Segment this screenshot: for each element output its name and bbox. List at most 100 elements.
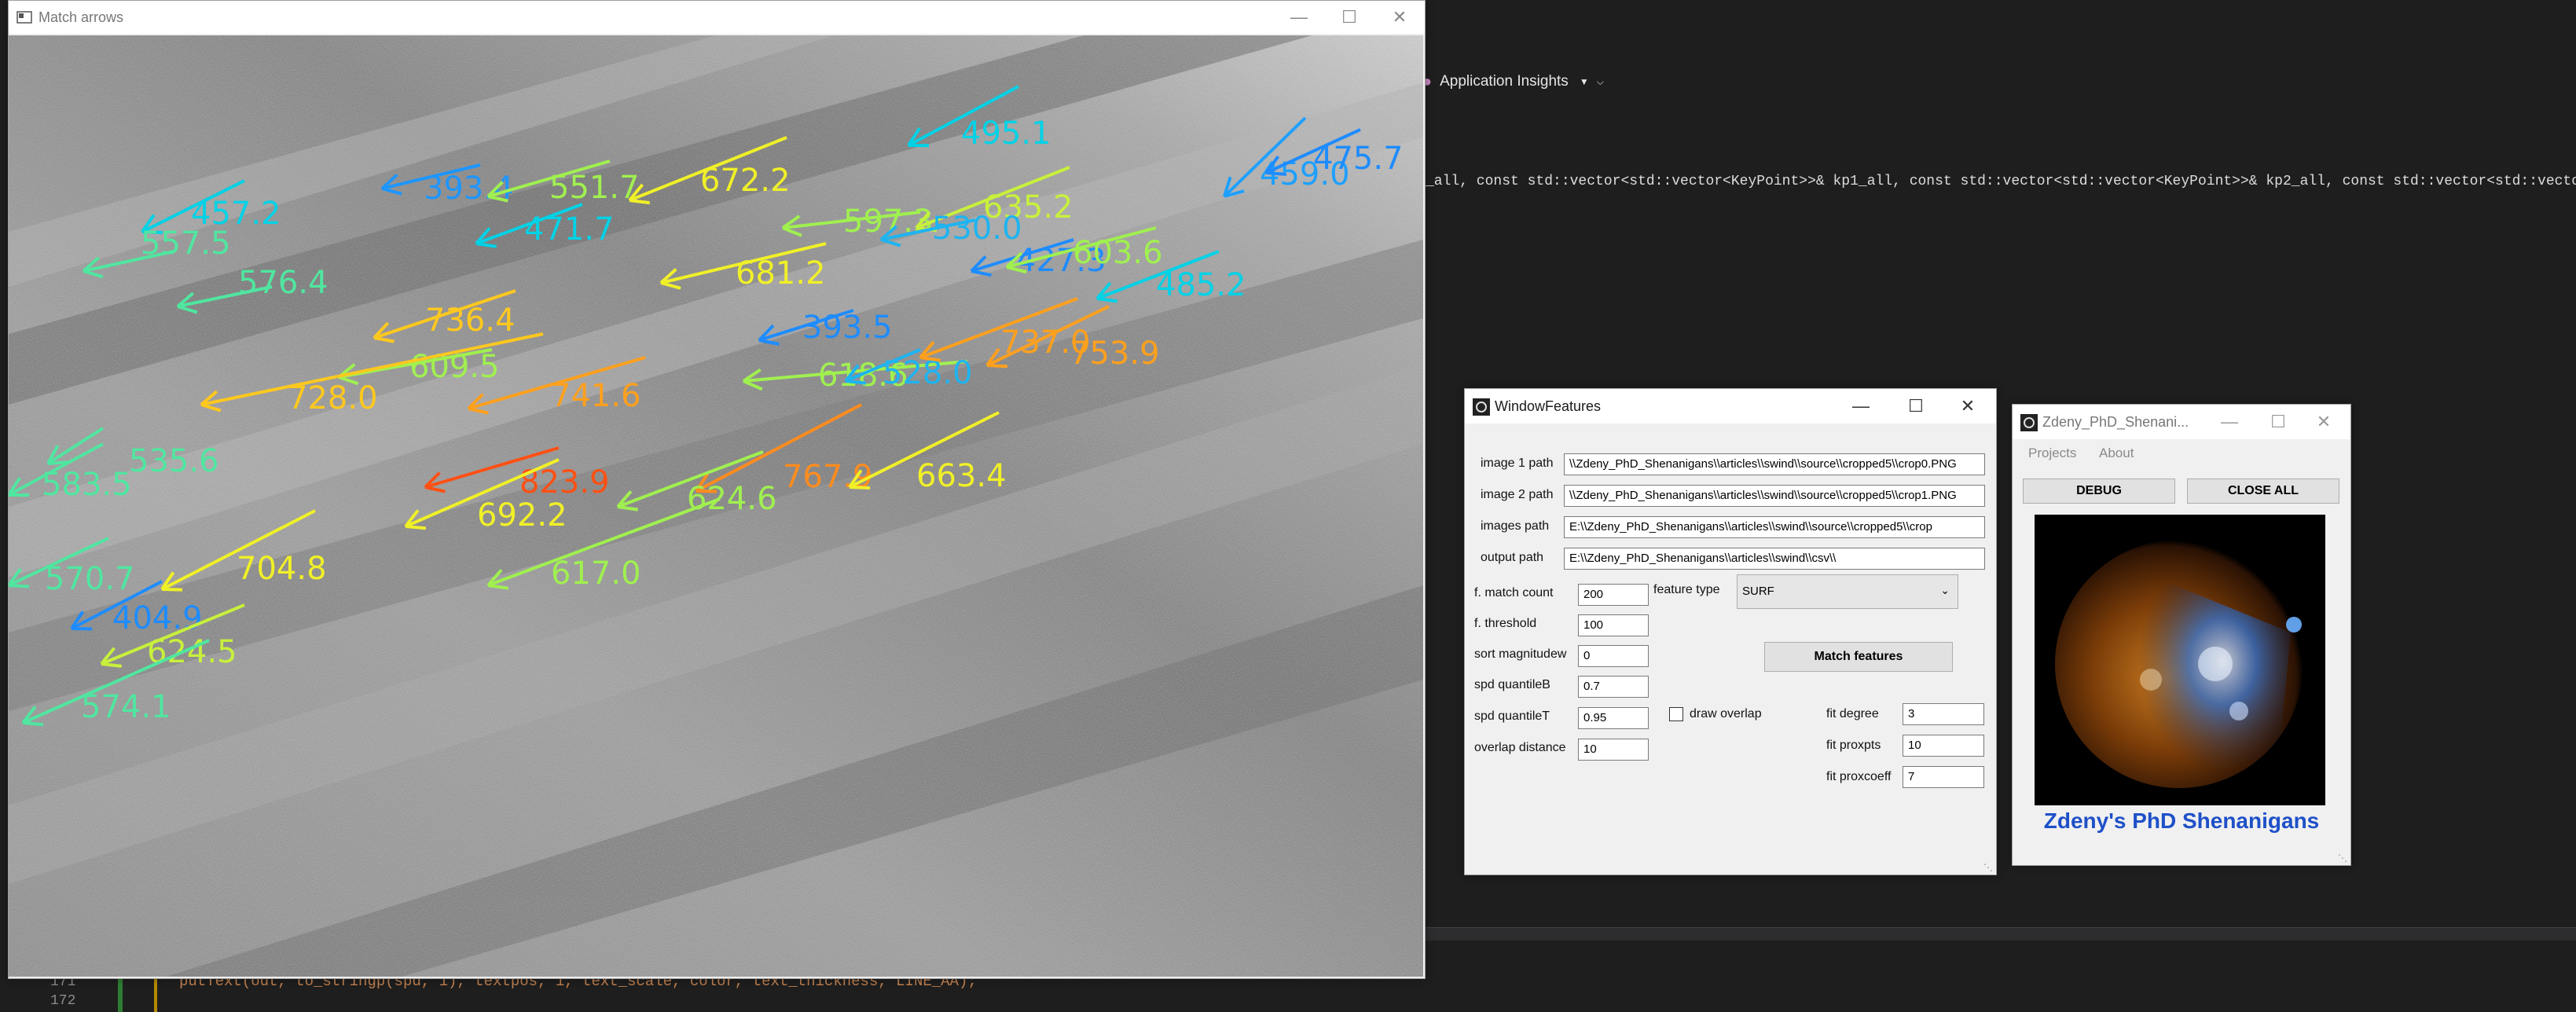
arrow-speed-label: 728.0 — [288, 380, 378, 416]
arrow-speed-label: 692.2 — [477, 497, 567, 534]
menu-projects[interactable]: Projects — [2028, 446, 2076, 461]
threshold-input[interactable]: 100 — [1578, 614, 1649, 636]
output-path-input[interactable]: E:\\Zdeny_PhD_Shenanigans\\articles\\swi… — [1564, 548, 1985, 570]
arrow-speed-label: 624.6 — [687, 481, 777, 517]
overlap-distance-input[interactable]: 10 — [1578, 739, 1649, 761]
arrow-head — [22, 721, 44, 727]
arrow-speed-label: 583.5 — [42, 467, 132, 503]
threshold-label: f. threshold — [1474, 617, 1537, 630]
arrow-speed-label: 574.1 — [81, 689, 171, 725]
maximize-button[interactable]: ☐ — [2253, 405, 2303, 439]
arrow-head — [161, 588, 183, 592]
arrow-speed-label: 767.9 — [783, 459, 873, 495]
overlap-distance-label: overlap distance — [1474, 741, 1566, 754]
arrow-speed-label: 393.4 — [424, 170, 514, 207]
code-signature-line: _all, const std::vector<std::vector<KeyP… — [1426, 162, 2576, 201]
image1-path-input[interactable]: \\Zdeny_PhD_Shenanigans\\articles\\swind… — [1564, 453, 1985, 475]
fit-proxcoeff-label: fit proxcoeff — [1826, 770, 1892, 783]
overflow-arrow-icon[interactable]: ⌵ — [1597, 76, 1604, 88]
quantile-b-input[interactable]: 0.7 — [1578, 676, 1649, 698]
arrow-speed-label: 741.6 — [551, 378, 641, 414]
output-path-label: output path — [1481, 551, 1544, 564]
gutter-green-bar — [118, 974, 123, 1012]
quantile-t-input[interactable]: 0.95 — [1578, 707, 1649, 729]
ide-toolbar: ● Application Insights ▼ ⌵ — [1422, 61, 1604, 102]
debug-button[interactable]: DEBUG — [2023, 478, 2175, 504]
window-title: Zdeny_PhD_Shenani... — [2042, 413, 2189, 430]
images-path-input[interactable]: E:\\Zdeny_PhD_Shenanigans\\articles\\swi… — [1564, 516, 1985, 538]
menu-about[interactable]: About — [2099, 446, 2134, 461]
arrow-speed-label: 404.9 — [112, 600, 203, 636]
fit-proxcoeff-input[interactable]: 7 — [1903, 766, 1984, 788]
images-path-label: images path — [1481, 519, 1550, 533]
close-button[interactable]: ✕ — [2299, 405, 2349, 439]
arrow-speed-label: 736.4 — [425, 302, 516, 339]
arrow-head — [845, 380, 867, 385]
image2-path-input[interactable]: \\Zdeny_PhD_Shenanigans\\articles\\swind… — [1564, 485, 1985, 507]
window-features: WindowFeatures — ☐ ✕ image 1 path \\Zden… — [1464, 388, 1997, 875]
resize-grip-icon[interactable]: ⋱ — [1983, 862, 1993, 873]
arrow-speed-label: 603.6 — [1073, 235, 1163, 271]
resize-grip-icon[interactable]: ⋱ — [2338, 852, 2347, 864]
sun-image — [2035, 515, 2325, 805]
arrow-speed-label: 753.9 — [1070, 336, 1160, 372]
minimize-button[interactable]: — — [1274, 1, 1324, 34]
arrow-speed-label: 672.2 — [700, 163, 791, 199]
arrow-speed-label: 609.5 — [409, 349, 500, 385]
arrow-speed-label: 551.7 — [549, 170, 640, 206]
sort-magnitude-label: sort magnitudew — [1474, 647, 1567, 661]
arrow-speed-label: 530.0 — [932, 211, 1022, 247]
fit-degree-label: fit degree — [1826, 707, 1879, 720]
arrow-head — [405, 525, 427, 530]
arrow-head — [986, 364, 1008, 368]
draw-overlap-checkbox[interactable] — [1669, 707, 1683, 721]
close-button[interactable]: ✕ — [1374, 1, 1425, 34]
fit-proxpts-label: fit proxpts — [1826, 739, 1881, 752]
arrow-speed-label: 485.2 — [1156, 267, 1246, 303]
arrow-speed-label: 528.0 — [883, 355, 973, 391]
minimize-button[interactable]: — — [1836, 389, 1886, 424]
qt-app-icon — [2020, 414, 2038, 431]
minimize-button[interactable]: — — [2204, 405, 2255, 439]
close-all-button[interactable]: CLOSE ALL — [2187, 478, 2339, 504]
window-title: Match arrows — [39, 9, 124, 25]
arrow-speed-label: 624.5 — [147, 634, 237, 670]
arrow-head — [1265, 171, 1287, 176]
match-arrows-titlebar[interactable]: Match arrows — [9, 1, 1425, 34]
chevron-down-icon: ⌄ — [1940, 584, 1950, 596]
qt-app-icon — [1473, 398, 1490, 416]
arrow-speed-label: 471.7 — [524, 211, 615, 248]
brand-title: Zdeny's PhD Shenanigans — [2043, 808, 2320, 833]
fit-proxpts-input[interactable]: 10 — [1903, 735, 1984, 757]
arrow-speed-label: 663.4 — [916, 458, 1007, 494]
arrow-head — [849, 486, 871, 490]
match-features-button[interactable]: Match features — [1764, 642, 1953, 672]
app-icon — [17, 9, 32, 25]
feature-type-label: feature type — [1653, 583, 1720, 596]
maximize-button[interactable]: ☐ — [1324, 1, 1374, 34]
image2-path-label: image 2 path — [1481, 488, 1554, 501]
code-signature-text: _all, const std::vector<std::vector<KeyP… — [1426, 174, 2576, 189]
ide-panel-splitter[interactable] — [1426, 927, 2576, 940]
fit-degree-input[interactable]: 3 — [1903, 703, 1984, 725]
feature-type-select[interactable]: SURF ⌄ — [1737, 574, 1958, 609]
line-number-172: 172 — [50, 993, 76, 1009]
dropdown-arrow-icon[interactable]: ▼ — [1580, 76, 1589, 87]
arrow-speed-label: 617.0 — [551, 556, 641, 592]
arrow-speed-label: 570.7 — [45, 561, 135, 597]
match-image-canvas: 457.2557.5576.4393.4 551.7471.7672.2495.1… — [9, 35, 1423, 977]
match-count-input[interactable]: 200 — [1578, 584, 1649, 606]
arrow-speed-label: 535.6 — [129, 443, 219, 479]
sort-magnitude-input[interactable]: 0 — [1578, 645, 1649, 667]
close-button[interactable]: ✕ — [1943, 389, 1993, 424]
maximize-button[interactable]: ☐ — [1891, 389, 1941, 424]
gutter-yellow-mark — [154, 974, 157, 1012]
arrow-speed-label: 495.1 — [961, 116, 1051, 152]
arrow-head — [101, 662, 123, 668]
application-insights-label[interactable]: Application Insights — [1440, 73, 1569, 90]
arrow-speed-label: 576.4 — [238, 265, 328, 301]
arrow-speed-label: 393.5 — [802, 310, 893, 346]
main-window: Zdeny_PhD_Shenani... — ☐ ✕ Projects Abou… — [2012, 404, 2351, 866]
arrow-speed-label: 557.5 — [141, 226, 231, 262]
arrow-speed-label: 681.2 — [736, 255, 826, 292]
